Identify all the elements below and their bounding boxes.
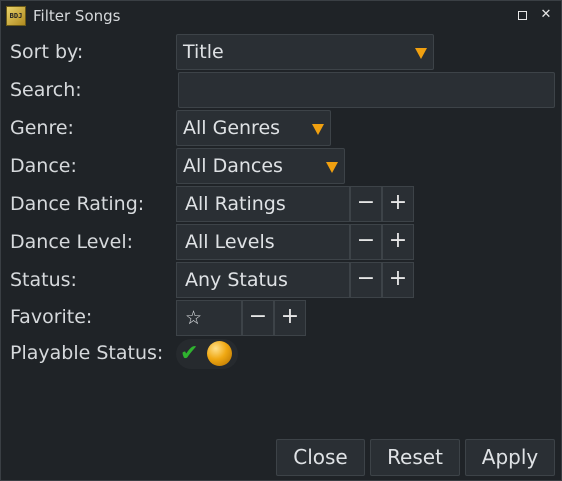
close-window-button[interactable]: ✕ (538, 7, 554, 23)
reset-button[interactable]: Reset (370, 439, 460, 476)
app-icon: BDJ (6, 6, 26, 26)
favorite-increment-button[interactable]: + (274, 300, 306, 336)
sort-by-dropdown[interactable]: Title (176, 34, 434, 70)
check-icon: ✔ (180, 341, 199, 366)
playable-status-toggle[interactable]: ✔ (176, 339, 238, 369)
dance-value: All Dances (183, 155, 283, 177)
window-title: Filter Songs (33, 7, 121, 25)
dance-label: Dance: (10, 155, 77, 177)
dropdown-arrow-icon (326, 162, 338, 173)
close-button[interactable]: Close (276, 439, 365, 476)
star-icon: ☆ (185, 307, 203, 329)
dance-rating-field: All Ratings (176, 186, 350, 222)
dance-level-decrement-button[interactable]: − (350, 224, 382, 260)
sort-by-label: Sort by: (10, 41, 84, 63)
favorite-label: Favorite: (10, 306, 93, 328)
maximize-icon (517, 11, 527, 20)
status-field: Any Status (176, 262, 350, 298)
dance-rating-label: Dance Rating: (10, 193, 145, 215)
search-label: Search: (10, 79, 82, 101)
status-decrement-button[interactable]: − (350, 262, 382, 298)
search-input[interactable] (178, 72, 555, 108)
genre-value: All Genres (183, 117, 281, 139)
dance-level-label: Dance Level: (10, 231, 134, 253)
status-increment-button[interactable]: + (382, 262, 414, 298)
orb-icon (207, 341, 232, 366)
apply-button[interactable]: Apply (465, 439, 555, 476)
sort-by-value: Title (183, 41, 224, 63)
dance-level-increment-button[interactable]: + (382, 224, 414, 260)
genre-dropdown[interactable]: All Genres (176, 110, 331, 146)
titlebar: BDJ Filter Songs ✕ (1, 1, 561, 31)
dance-level-field: All Levels (176, 224, 350, 260)
dance-dropdown[interactable]: All Dances (176, 148, 345, 184)
favorite-field: ☆ (176, 300, 242, 336)
favorite-decrement-button[interactable]: − (242, 300, 274, 336)
playable-status-label: Playable Status: (10, 342, 164, 364)
dance-rating-decrement-button[interactable]: − (350, 186, 382, 222)
filter-songs-dialog: BDJ Filter Songs ✕ Sort by: Title Search… (0, 0, 562, 481)
maximize-button[interactable] (514, 7, 530, 23)
dropdown-arrow-icon (415, 48, 427, 59)
dance-rating-increment-button[interactable]: + (382, 186, 414, 222)
status-label: Status: (10, 269, 77, 291)
close-icon: ✕ (540, 7, 552, 22)
dropdown-arrow-icon (312, 124, 324, 135)
genre-label: Genre: (10, 117, 74, 139)
